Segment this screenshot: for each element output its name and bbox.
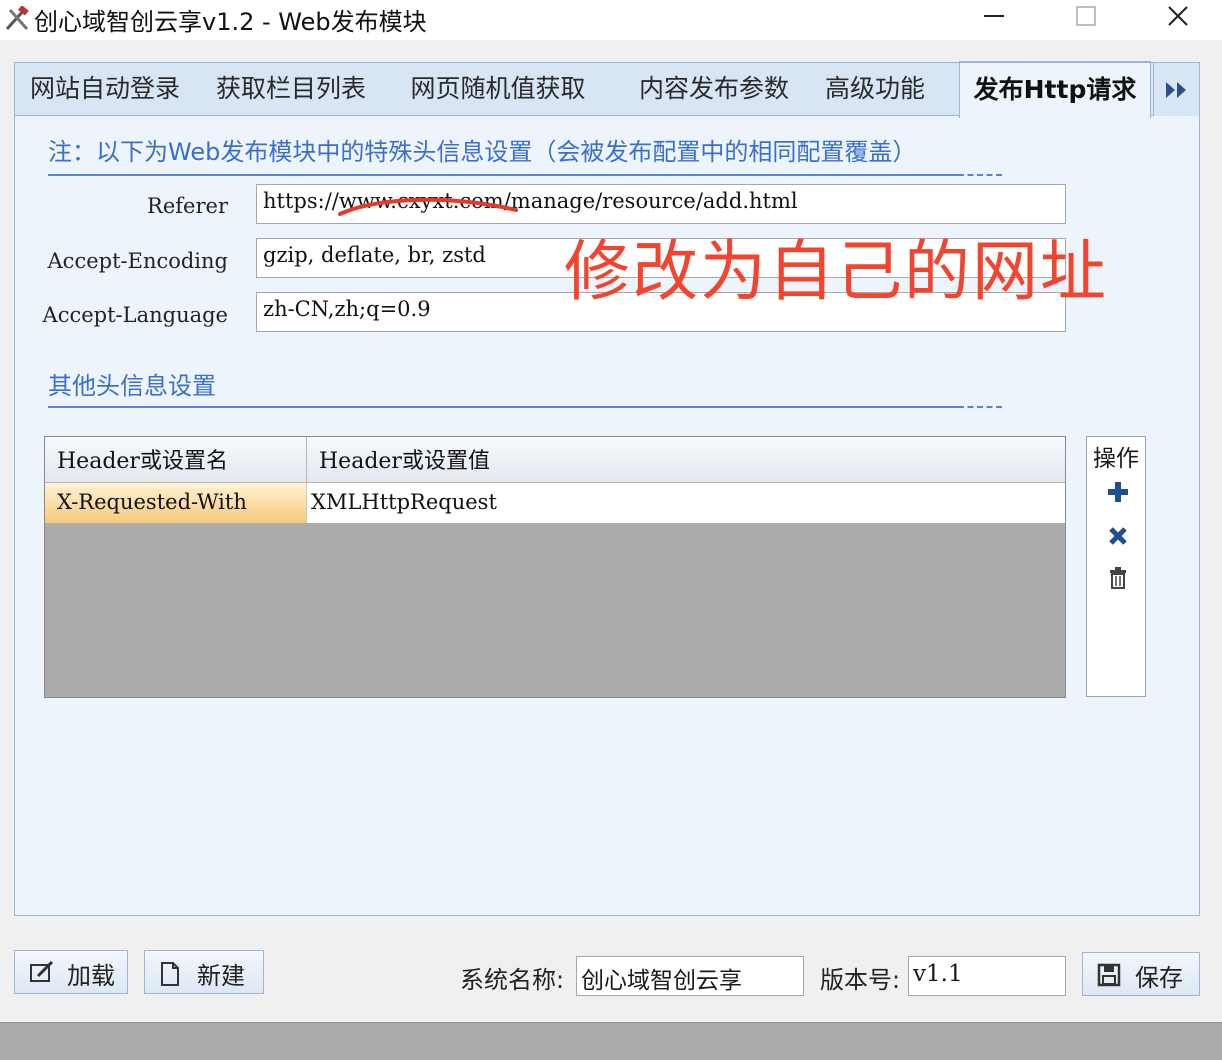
note-divider-dash (958, 174, 1002, 176)
edit-icon (30, 961, 54, 982)
tab-strip: 网站自动登录 获取栏目列表 网页随机值获取 内容发布参数 高级功能 发布Http… (14, 61, 1200, 118)
tab-get-columns[interactable]: 获取栏目列表 (211, 63, 371, 116)
row-header-name[interactable]: X-Requested-With (45, 483, 307, 523)
double-chevron-right-icon (1166, 82, 1186, 98)
accept-encoding-label: Accept-Encoding (47, 249, 228, 273)
maximize-button[interactable] (1056, 0, 1116, 34)
other-headers-divider-dash (958, 406, 1002, 408)
annotation-text: 修改为自己的网址 (564, 233, 1108, 310)
version-label: 版本号: (820, 966, 901, 994)
note-divider (48, 174, 958, 176)
column-header-name[interactable]: Header或设置名 (45, 437, 307, 483)
operations-panel: 操作 (1086, 436, 1146, 697)
delete-row-button[interactable] (1105, 523, 1131, 549)
load-label: 加载 (67, 962, 115, 990)
close-button[interactable] (1148, 0, 1208, 34)
tab-advanced[interactable]: 高级功能 (815, 63, 935, 116)
table-row[interactable]: X-Requested-With XMLHttpRequest (45, 483, 1065, 523)
new-button[interactable]: 新建 (144, 950, 264, 994)
trash-icon (1110, 567, 1126, 589)
headers-grid[interactable]: Header或设置名 Header或设置值 X-Requested-With X… (44, 436, 1066, 698)
new-label: 新建 (197, 962, 245, 990)
tab-auto-login[interactable]: 网站自动登录 (25, 63, 185, 116)
operations-title: 操作 (1093, 446, 1139, 472)
tab-publish-params[interactable]: 内容发布参数 (621, 63, 807, 116)
save-button[interactable]: 保存 (1082, 952, 1200, 996)
window-title: 创心域智创云享v1.2 - Web发布模块 (34, 8, 427, 36)
grid-header: Header或设置名 Header或设置值 (45, 437, 1065, 483)
title-bar: 创心域智创云享v1.2 - Web发布模块 (0, 0, 1222, 40)
clear-rows-button[interactable] (1105, 565, 1131, 591)
minimize-button[interactable] (964, 0, 1024, 34)
row-header-value[interactable]: XMLHttpRequest (307, 483, 1063, 523)
tab-http-request[interactable]: 发布Http请求 (959, 61, 1151, 118)
x-icon (1109, 527, 1127, 545)
tab-random-value[interactable]: 网页随机值获取 (405, 63, 591, 116)
save-disk-icon (1097, 963, 1121, 987)
add-row-button[interactable] (1105, 479, 1131, 505)
close-icon (1168, 6, 1188, 26)
tab-scroll-button[interactable] (1153, 63, 1199, 116)
accept-language-label: Accept-Language (42, 303, 228, 327)
save-label: 保存 (1135, 964, 1183, 992)
crossed-tools-icon (5, 6, 29, 31)
maximize-icon (1076, 6, 1096, 26)
other-headers-title: 其他头信息设置 (48, 372, 216, 400)
referer-label: Referer (147, 194, 228, 218)
other-headers-divider (48, 406, 958, 408)
system-name-input[interactable]: 创心域智创云享 (576, 956, 804, 996)
new-document-icon (161, 962, 179, 986)
version-input[interactable]: v1.1 (908, 956, 1066, 996)
note-text: 注：以下为Web发布模块中的特殊头信息设置（会被发布配置中的相同配置覆盖） (48, 138, 917, 166)
column-header-value[interactable]: Header或设置值 (307, 437, 1063, 483)
minimize-icon (984, 15, 1004, 17)
plus-icon (1108, 482, 1128, 502)
status-bar (0, 1022, 1222, 1060)
load-button[interactable]: 加载 (14, 950, 128, 994)
system-name-label: 系统名称: (460, 966, 565, 994)
annotation-underline (338, 197, 518, 216)
